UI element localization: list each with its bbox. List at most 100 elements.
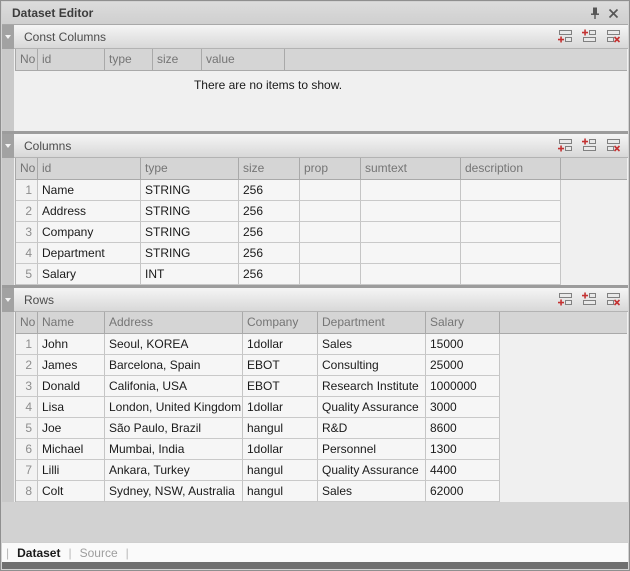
row-number-cell[interactable]: 5 <box>16 264 38 285</box>
data-cell[interactable]: Colt <box>38 481 105 502</box>
row-number-cell[interactable]: 5 <box>16 418 38 439</box>
data-cell[interactable]: 3000 <box>426 397 500 418</box>
data-cell[interactable]: Name <box>38 180 141 201</box>
column-header-size[interactable]: size <box>239 158 300 180</box>
row-number-cell[interactable]: 3 <box>16 376 38 397</box>
data-cell[interactable]: Salary <box>38 264 141 285</box>
data-cell[interactable]: 256 <box>239 243 300 264</box>
data-cell[interactable] <box>361 264 461 285</box>
row-number-cell[interactable]: 8 <box>16 481 38 502</box>
data-cell[interactable]: R&D <box>318 418 426 439</box>
data-cell[interactable]: London, United Kingdom <box>105 397 243 418</box>
column-header-type[interactable]: type <box>141 158 239 180</box>
row-number-cell[interactable]: 6 <box>16 439 38 460</box>
data-cell[interactable]: hangul <box>243 418 318 439</box>
row-number-cell[interactable]: 2 <box>16 355 38 376</box>
column-header-salary[interactable]: Salary <box>426 312 500 334</box>
data-cell[interactable]: Consulting <box>318 355 426 376</box>
column-header-no[interactable]: No <box>16 158 38 180</box>
data-cell[interactable] <box>300 243 361 264</box>
collapse-section-button[interactable] <box>2 25 14 49</box>
column-header-address[interactable]: Address <box>105 312 243 334</box>
data-cell[interactable] <box>361 201 461 222</box>
data-cell[interactable]: Sales <box>318 481 426 502</box>
data-cell[interactable]: Barcelona, Spain <box>105 355 243 376</box>
data-cell[interactable]: São Paulo, Brazil <box>105 418 243 439</box>
column-header-name[interactable]: Name <box>38 312 105 334</box>
insert-row-button[interactable] <box>580 137 599 154</box>
data-cell[interactable]: Sales <box>318 334 426 355</box>
column-header-id[interactable]: id <box>38 49 105 71</box>
data-cell[interactable] <box>461 180 561 201</box>
data-cell[interactable]: 8600 <box>426 418 500 439</box>
data-cell[interactable]: 1dollar <box>243 334 318 355</box>
data-cell[interactable]: Califonia, USA <box>105 376 243 397</box>
data-cell[interactable]: Donald <box>38 376 105 397</box>
data-cell[interactable]: Quality Assurance <box>318 460 426 481</box>
data-cell[interactable]: 62000 <box>426 481 500 502</box>
data-cell[interactable]: Personnel <box>318 439 426 460</box>
data-cell[interactable]: Research Institute <box>318 376 426 397</box>
data-cell[interactable]: 1dollar <box>243 397 318 418</box>
column-header-department[interactable]: Department <box>318 312 426 334</box>
insert-row-button[interactable] <box>580 291 599 308</box>
tab-dataset[interactable]: Dataset <box>9 546 68 560</box>
data-cell[interactable]: Department <box>38 243 141 264</box>
data-cell[interactable]: 256 <box>239 264 300 285</box>
data-cell[interactable] <box>361 243 461 264</box>
data-cell[interactable]: Lisa <box>38 397 105 418</box>
data-cell[interactable]: 256 <box>239 180 300 201</box>
collapse-section-button[interactable] <box>2 134 14 158</box>
insert-row-button[interactable] <box>580 28 599 45</box>
data-cell[interactable]: Company <box>38 222 141 243</box>
data-cell[interactable]: Quality Assurance <box>318 397 426 418</box>
data-cell[interactable] <box>461 243 561 264</box>
data-cell[interactable]: 4400 <box>426 460 500 481</box>
data-cell[interactable]: hangul <box>243 460 318 481</box>
tab-source[interactable]: Source <box>72 546 126 560</box>
data-cell[interactable]: 1dollar <box>243 439 318 460</box>
data-cell[interactable]: STRING <box>141 180 239 201</box>
row-number-cell[interactable]: 4 <box>16 243 38 264</box>
data-cell[interactable]: Mumbai, India <box>105 439 243 460</box>
column-header-value[interactable]: value <box>202 49 285 71</box>
column-header-id[interactable]: id <box>38 158 141 180</box>
row-number-cell[interactable]: 2 <box>16 201 38 222</box>
data-cell[interactable]: 1000000 <box>426 376 500 397</box>
column-header-no[interactable]: No <box>16 312 38 334</box>
column-header-prop[interactable]: prop <box>300 158 361 180</box>
data-cell[interactable]: Seoul, KOREA <box>105 334 243 355</box>
data-cell[interactable] <box>461 264 561 285</box>
data-cell[interactable] <box>300 180 361 201</box>
column-header-sumtext[interactable]: sumtext <box>361 158 461 180</box>
column-header-no[interactable]: No <box>16 49 38 71</box>
collapse-section-button[interactable] <box>2 288 14 312</box>
data-cell[interactable]: Michael <box>38 439 105 460</box>
add-row-button[interactable] <box>556 28 575 45</box>
column-header-size[interactable]: size <box>153 49 202 71</box>
row-number-cell[interactable]: 1 <box>16 334 38 355</box>
row-number-cell[interactable]: 7 <box>16 460 38 481</box>
data-cell[interactable]: hangul <box>243 481 318 502</box>
data-cell[interactable]: EBOT <box>243 376 318 397</box>
delete-row-button[interactable] <box>604 137 623 154</box>
data-cell[interactable] <box>300 222 361 243</box>
data-cell[interactable]: John <box>38 334 105 355</box>
data-cell[interactable] <box>361 180 461 201</box>
row-number-cell[interactable]: 4 <box>16 397 38 418</box>
column-header-description[interactable]: description <box>461 158 561 180</box>
data-cell[interactable]: Address <box>38 201 141 222</box>
row-number-cell[interactable]: 1 <box>16 180 38 201</box>
delete-row-button[interactable] <box>604 28 623 45</box>
data-cell[interactable]: James <box>38 355 105 376</box>
data-cell[interactable]: STRING <box>141 222 239 243</box>
data-cell[interactable]: 25000 <box>426 355 500 376</box>
data-cell[interactable] <box>300 201 361 222</box>
data-cell[interactable]: EBOT <box>243 355 318 376</box>
add-row-button[interactable] <box>556 291 575 308</box>
data-cell[interactable] <box>300 264 361 285</box>
delete-row-button[interactable] <box>604 291 623 308</box>
data-cell[interactable]: STRING <box>141 201 239 222</box>
row-number-cell[interactable]: 3 <box>16 222 38 243</box>
pin-icon[interactable] <box>586 5 604 21</box>
